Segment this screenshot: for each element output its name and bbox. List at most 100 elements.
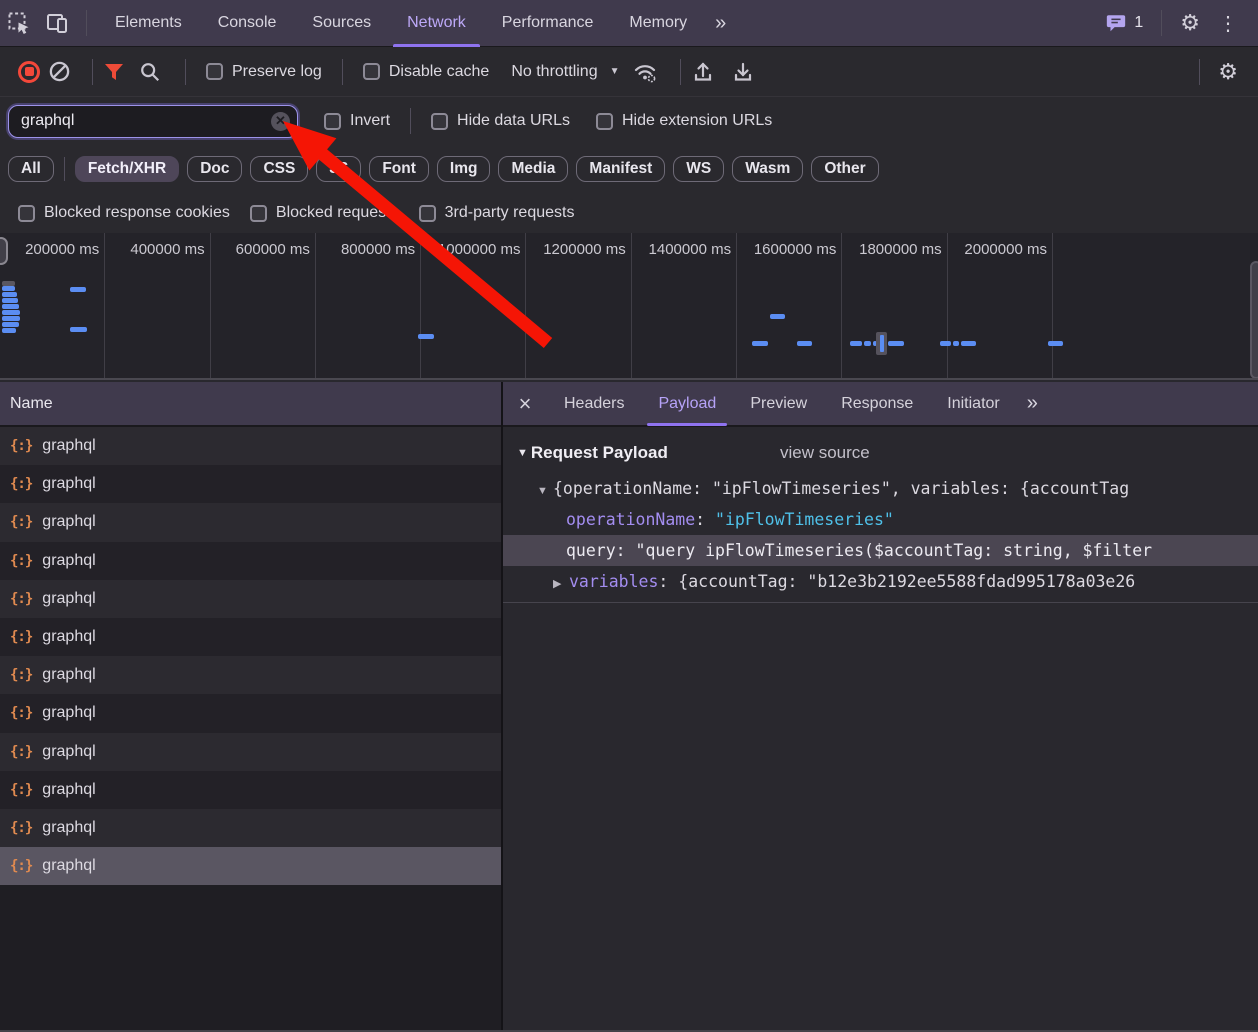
overview-left-grip[interactable]: [0, 237, 8, 265]
details-tab-payload[interactable]: Payload: [641, 382, 733, 426]
clear-filter-icon[interactable]: ✕: [271, 112, 290, 131]
collapse-triangle-icon[interactable]: ▼: [517, 447, 528, 459]
filter-chip-css[interactable]: CSS: [250, 156, 308, 182]
hide-data-urls-checkbox[interactable]: Hide data URLs: [431, 112, 570, 130]
request-name: graphql: [42, 704, 95, 722]
blocked-requests-checkbox[interactable]: Blocked requests: [250, 204, 399, 222]
request-waterfall-bar[interactable]: [1048, 341, 1063, 346]
request-waterfall-bar[interactable]: [2, 310, 20, 315]
issues-badge[interactable]: 1: [1097, 12, 1151, 34]
collapsed-triangle-icon[interactable]: ▶: [553, 569, 569, 597]
request-waterfall-bar[interactable]: [770, 314, 785, 319]
details-tab-headers[interactable]: Headers: [547, 382, 641, 426]
expanded-triangle-icon[interactable]: ▼: [537, 476, 553, 504]
request-row-graphql[interactable]: {:}graphql: [0, 618, 501, 656]
network-settings-gear-icon[interactable]: ⚙: [1210, 61, 1246, 83]
requests-header[interactable]: Name: [0, 382, 501, 427]
name-column-header[interactable]: Name: [0, 395, 53, 413]
inspect-element-icon[interactable]: [0, 5, 38, 41]
filter-chip-img[interactable]: Img: [437, 156, 491, 182]
request-row-graphql[interactable]: {:}graphql: [0, 427, 501, 465]
request-waterfall-bar[interactable]: [961, 341, 976, 346]
request-waterfall-bar[interactable]: [864, 341, 871, 346]
request-waterfall-bar[interactable]: [850, 341, 862, 346]
more-tabs-chevron-icon[interactable]: »: [705, 12, 734, 35]
request-waterfall-bar[interactable]: [2, 292, 17, 297]
3rd-party-requests-checkbox[interactable]: 3rd-party requests: [419, 204, 575, 222]
details-tab-response[interactable]: Response: [824, 382, 930, 426]
request-waterfall-bar[interactable]: [70, 327, 87, 332]
network-overview-timeline[interactable]: 200000 ms400000 ms600000 ms800000 ms1000…: [0, 233, 1258, 380]
overview-right-grip[interactable]: [1250, 261, 1258, 379]
filter-chip-all[interactable]: All: [8, 156, 54, 182]
request-waterfall-bar[interactable]: [797, 341, 812, 346]
filter-chip-font[interactable]: Font: [369, 156, 429, 182]
request-waterfall-bar[interactable]: [70, 287, 86, 292]
tab-network[interactable]: Network: [389, 0, 484, 47]
request-row-graphql[interactable]: {:}graphql: [0, 542, 501, 580]
request-waterfall-bar[interactable]: [953, 341, 959, 346]
record-network-log-button[interactable]: [18, 61, 40, 83]
network-conditions-icon[interactable]: [632, 60, 670, 84]
request-waterfall-bar[interactable]: [2, 316, 20, 321]
details-more-chevron-icon[interactable]: »: [1017, 392, 1046, 415]
invert-checkbox[interactable]: Invert: [324, 112, 390, 130]
filter-chip-ws[interactable]: WS: [673, 156, 724, 182]
export-har-icon[interactable]: [731, 60, 771, 84]
payload-line-3[interactable]: ▶variables: {accountTag: "b12e3b2192ee55…: [503, 566, 1258, 597]
details-tab-preview[interactable]: Preview: [733, 382, 824, 426]
details-tab-initiator[interactable]: Initiator: [930, 382, 1016, 426]
throttling-dropdown[interactable]: No throttling ▼: [511, 63, 619, 81]
view-source-link[interactable]: view source: [780, 443, 870, 463]
filter-input[interactable]: [8, 105, 298, 138]
filter-chip-wasm[interactable]: Wasm: [732, 156, 803, 182]
filter-chip-js[interactable]: JS: [316, 156, 361, 182]
request-waterfall-bar[interactable]: [752, 341, 768, 346]
payload-line-0[interactable]: ▼{operationName: "ipFlowTimeseries", var…: [503, 473, 1258, 504]
request-row-graphql[interactable]: {:}graphql: [0, 733, 501, 771]
filter-chip-manifest[interactable]: Manifest: [576, 156, 665, 182]
request-waterfall-bar[interactable]: [940, 341, 951, 346]
payload-panel: ▼ Request Payload view source ▼{operatio…: [503, 443, 1258, 603]
selected-request-marker[interactable]: [876, 332, 887, 355]
request-row-graphql[interactable]: {:}graphql: [0, 847, 501, 885]
tab-performance[interactable]: Performance: [484, 0, 612, 47]
tab-console[interactable]: Console: [200, 0, 295, 47]
tab-elements[interactable]: Elements: [97, 0, 200, 47]
request-waterfall-bar[interactable]: [2, 328, 16, 333]
import-har-icon[interactable]: [691, 60, 731, 84]
request-waterfall-bar[interactable]: [888, 341, 904, 346]
blocked-response-cookies-checkbox[interactable]: Blocked response cookies: [18, 204, 230, 222]
search-icon[interactable]: [139, 61, 175, 83]
filter-chip-other[interactable]: Other: [811, 156, 878, 182]
request-row-graphql[interactable]: {:}graphql: [0, 656, 501, 694]
request-row-graphql[interactable]: {:}graphql: [0, 771, 501, 809]
request-waterfall-bar[interactable]: [2, 304, 19, 309]
request-row-graphql[interactable]: {:}graphql: [0, 694, 501, 732]
filter-chip-doc[interactable]: Doc: [187, 156, 242, 182]
disable-cache-checkbox[interactable]: Disable cache: [363, 63, 490, 81]
tab-sources[interactable]: Sources: [294, 0, 389, 47]
request-payload-section[interactable]: ▼ Request Payload view source: [517, 443, 1258, 463]
clear-network-log-button[interactable]: [48, 60, 82, 83]
settings-gear-icon[interactable]: ⚙: [1172, 12, 1208, 34]
request-row-graphql[interactable]: {:}graphql: [0, 503, 501, 541]
request-waterfall-bar[interactable]: [2, 322, 19, 327]
request-row-graphql[interactable]: {:}graphql: [0, 580, 501, 618]
request-row-graphql[interactable]: {:}graphql: [0, 465, 501, 503]
filter-chip-media[interactable]: Media: [498, 156, 568, 182]
request-waterfall-bar[interactable]: [2, 298, 18, 303]
hide-extension-urls-checkbox[interactable]: Hide extension URLs: [596, 112, 772, 130]
tab-memory[interactable]: Memory: [611, 0, 705, 47]
payload-line-1[interactable]: operationName: "ipFlowTimeseries": [503, 504, 1258, 535]
device-toolbar-icon[interactable]: [38, 5, 76, 41]
request-waterfall-bar[interactable]: [2, 286, 15, 291]
request-waterfall-bar[interactable]: [418, 334, 434, 339]
payload-line-2[interactable]: query: "query ipFlowTimeseries($accountT…: [503, 535, 1258, 566]
preserve-log-checkbox[interactable]: Preserve log: [206, 63, 322, 81]
filter-chip-fetch-xhr[interactable]: Fetch/XHR: [75, 156, 179, 182]
request-row-graphql[interactable]: {:}graphql: [0, 809, 501, 847]
filter-icon[interactable]: [103, 61, 139, 83]
kebab-menu-icon[interactable]: ⋮: [1208, 11, 1248, 36]
close-details-icon[interactable]: ×: [503, 391, 547, 417]
